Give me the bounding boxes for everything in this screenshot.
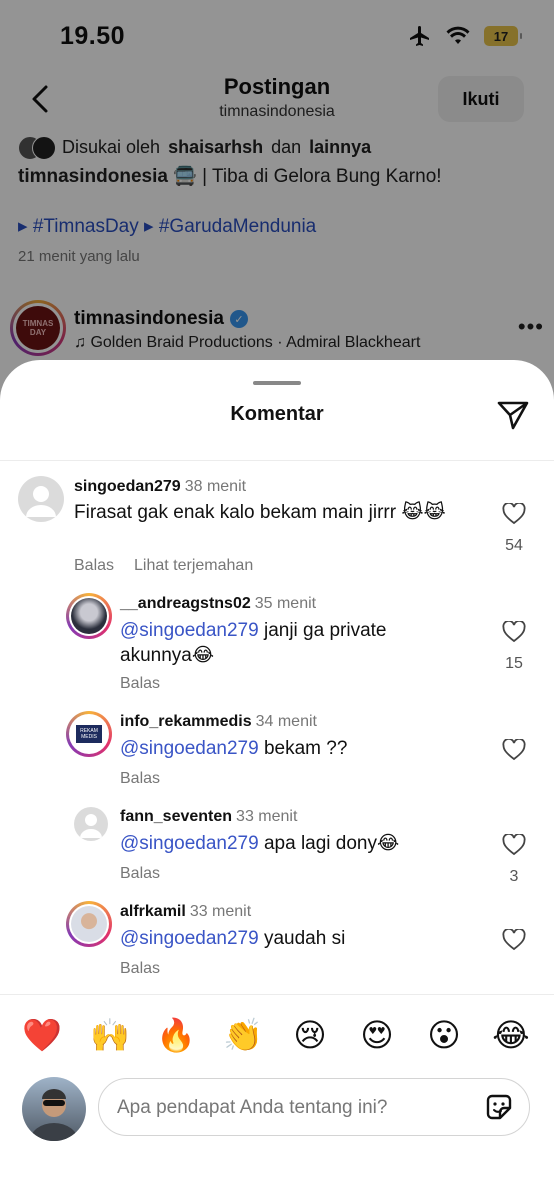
divider xyxy=(0,460,554,461)
comment-text: @singoedan279 bekam ?? xyxy=(120,736,460,761)
heart-outline-icon[interactable] xyxy=(502,503,526,525)
comment-composer xyxy=(0,1075,554,1145)
comment-username-row: singoedan279 38 menit xyxy=(74,478,246,496)
avatar[interactable] xyxy=(74,807,108,841)
sheet-title: Komentar xyxy=(230,403,324,425)
comment-body: yaudah si xyxy=(263,928,346,949)
like-count: 3 xyxy=(509,868,519,885)
divider xyxy=(0,994,554,995)
heart-outline-icon[interactable] xyxy=(502,621,526,643)
reply-button[interactable]: Balas xyxy=(120,960,160,977)
comment-text: @singoedan279 apa lagi dony😂 xyxy=(120,831,460,856)
emoji-button[interactable]: 😂 xyxy=(489,1015,533,1055)
comment-body: bekam ?? xyxy=(263,738,348,759)
emoji-button[interactable]: 🙌 xyxy=(88,1015,132,1055)
emoji-button[interactable]: 🔥 xyxy=(154,1015,198,1055)
reply-button[interactable]: Balas xyxy=(120,675,160,692)
comment-username[interactable]: __andreagstns02 xyxy=(120,595,251,612)
like-count: 54 xyxy=(505,537,523,554)
comments-sheet: Komentar singoedan279 38 menit Firasat ga… xyxy=(0,360,554,1199)
comment-actions: Balas Lihat terjemahan xyxy=(74,557,273,575)
heart-outline-icon[interactable] xyxy=(502,739,526,761)
comment-username[interactable]: info_rekammedis xyxy=(120,713,252,730)
emoji-button[interactable]: 👏 xyxy=(221,1015,265,1055)
comment-username-row: fann_seventen 33 menit xyxy=(120,808,297,826)
paper-plane-icon[interactable] xyxy=(496,398,530,432)
comment-username-row: __andreagstns02 35 menit xyxy=(120,595,316,613)
emoji-button[interactable]: 😍 xyxy=(355,1015,399,1055)
emoji-button[interactable]: 😢 xyxy=(288,1015,332,1055)
mention-link[interactable]: @singoedan279 xyxy=(120,833,259,854)
comment-username-row: alfrkamil 33 menit xyxy=(120,903,251,921)
comment-actions: Balas xyxy=(120,960,180,978)
comment-username[interactable]: singoedan279 xyxy=(74,478,181,495)
mention-link[interactable]: @singoedan279 xyxy=(120,620,259,641)
emoji-button[interactable]: 😮 xyxy=(422,1015,466,1055)
comment-username[interactable]: fann_seventen xyxy=(120,808,232,825)
translate-button[interactable]: Lihat terjemahan xyxy=(134,557,253,574)
comment-actions: Balas xyxy=(120,865,180,883)
mention-link[interactable]: @singoedan279 xyxy=(120,738,259,759)
comment-text: Firasat gak enak kalo bekam main jirrr 😹… xyxy=(74,502,446,523)
comment-text: @singoedan279 yaudah si xyxy=(120,926,460,951)
avatar[interactable] xyxy=(66,901,112,947)
avatar-text: REKAM MEDIS xyxy=(76,725,102,743)
avatar[interactable]: REKAM MEDIS xyxy=(66,711,112,757)
comment-body: apa lagi dony😂 xyxy=(263,833,400,854)
sheet-grabber[interactable] xyxy=(253,381,301,385)
emoji-button[interactable]: ❤️ xyxy=(20,1015,64,1055)
comment-time: 33 menit xyxy=(236,808,298,825)
comment-time: 35 menit xyxy=(254,595,317,612)
avatar[interactable] xyxy=(18,476,64,522)
like-count: 15 xyxy=(505,655,523,672)
comment-item: alfrkamil 33 menit @singoedan279 yaudah s… xyxy=(0,360,554,977)
reply-button[interactable]: Balas xyxy=(120,865,160,882)
comment-input-box xyxy=(98,1078,530,1136)
comment-username-row: info_rekammedis 34 menit xyxy=(120,713,317,731)
comment-time: 38 menit xyxy=(184,478,247,495)
comment-time: 34 menit xyxy=(255,713,317,730)
avatar[interactable] xyxy=(66,593,112,639)
reply-button[interactable]: Balas xyxy=(74,557,114,574)
comment-input[interactable] xyxy=(115,1089,469,1127)
reply-button[interactable]: Balas xyxy=(120,770,160,787)
comment-actions: Balas xyxy=(120,770,180,788)
emoji-quick-bar: ❤️ 🙌 🔥 👏 😢 😍 😮 😂 xyxy=(0,1015,554,1059)
comment-text: @singoedan279 janji ga private akunnya😂 xyxy=(120,618,420,668)
comment-actions: Balas xyxy=(120,675,180,693)
heart-outline-icon[interactable] xyxy=(502,834,526,856)
sticker-icon[interactable] xyxy=(483,1091,515,1123)
heart-outline-icon[interactable] xyxy=(502,929,526,951)
mention-link[interactable]: @singoedan279 xyxy=(120,928,259,949)
avatar xyxy=(22,1077,86,1141)
comment-time: 33 menit xyxy=(189,903,252,920)
comment-username[interactable]: alfrkamil xyxy=(120,903,186,920)
